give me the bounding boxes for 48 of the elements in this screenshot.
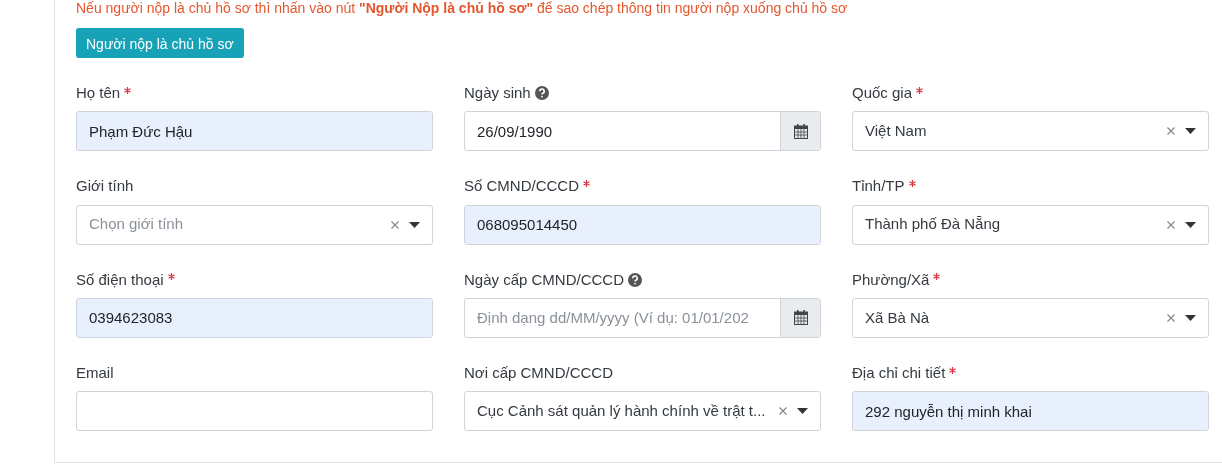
required-icon (583, 180, 590, 187)
help-icon[interactable] (628, 272, 643, 287)
caret-icon[interactable] (409, 221, 420, 228)
clear-icon[interactable] (1167, 220, 1175, 229)
field-label: Quốc gia (852, 83, 913, 103)
required-icon (167, 273, 175, 281)
field-label: Địa chỉ chi tiết (852, 362, 946, 383)
calendar-icon (793, 310, 808, 326)
field-label: Ngày cấp CMND/CCCD (464, 269, 625, 290)
field-label: Email (76, 362, 114, 383)
text-field[interactable]: 292 nguyễn thị minh khai (853, 392, 1208, 430)
caret-icon[interactable] (1185, 221, 1196, 228)
clear-icon[interactable] (391, 220, 399, 229)
required-icon (916, 86, 924, 94)
text-field[interactable]: Phạm Đức Hậu (77, 112, 432, 151)
required-icon (933, 273, 941, 281)
clear-icon[interactable] (1167, 127, 1175, 136)
select-field[interactable]: Xã Bà Nà (852, 297, 1209, 338)
required-icon (124, 86, 132, 94)
field-label: Số CMND/CCCD (464, 176, 579, 197)
date-picker[interactable]: Định dạng dd/MM/yyyy (Ví dụ: 01/01/202 (464, 297, 821, 338)
field-label: Giới tính (76, 176, 134, 197)
date-picker[interactable]: 26/09/1990 (464, 111, 821, 152)
field-label: Số điện thoại (76, 269, 164, 290)
caret-icon[interactable] (1185, 128, 1196, 135)
field-label: Nơi cấp CMND/CCCD (464, 362, 613, 383)
caret-icon[interactable] (797, 408, 808, 414)
field-label: Phường/Xã (852, 269, 930, 290)
caret-icon[interactable] (1185, 314, 1196, 321)
required-icon (908, 180, 916, 187)
help-icon[interactable] (534, 86, 549, 101)
text-field[interactable]: 0394623083 (77, 298, 432, 337)
select-field[interactable]: Thành phố Đà Nẵng (852, 204, 1209, 245)
required-icon (949, 366, 957, 374)
calendar-button[interactable] (780, 112, 820, 151)
text-field[interactable]: 068095014450 (465, 205, 820, 244)
clear-icon[interactable] (779, 407, 787, 415)
date-field[interactable]: 26/09/1990 (465, 112, 780, 151)
calendar-button[interactable] (780, 298, 820, 337)
clear-icon[interactable] (1167, 313, 1175, 322)
field-label: Họ tên (76, 83, 121, 103)
field-label: Tỉnh/TP (852, 176, 905, 197)
instruction-text: Nếu người nộp là chủ hồ sơ thì nhấn vào nút "Người Nộp là chủ hồ sơ" để sao chép thông tin người nộp xuống chủ hồ sơ (76, 0, 849, 16)
date-field[interactable]: Định dạng dd/MM/yyyy (Ví dụ: 01/01/202 (465, 298, 780, 337)
field-label: Ngày sinh (464, 83, 531, 103)
calendar-icon (793, 123, 808, 139)
select-field[interactable]: Cục Cảnh sát quản lý hành chính về trật t... (464, 391, 821, 431)
select-field[interactable]: Việt Nam (852, 111, 1209, 152)
